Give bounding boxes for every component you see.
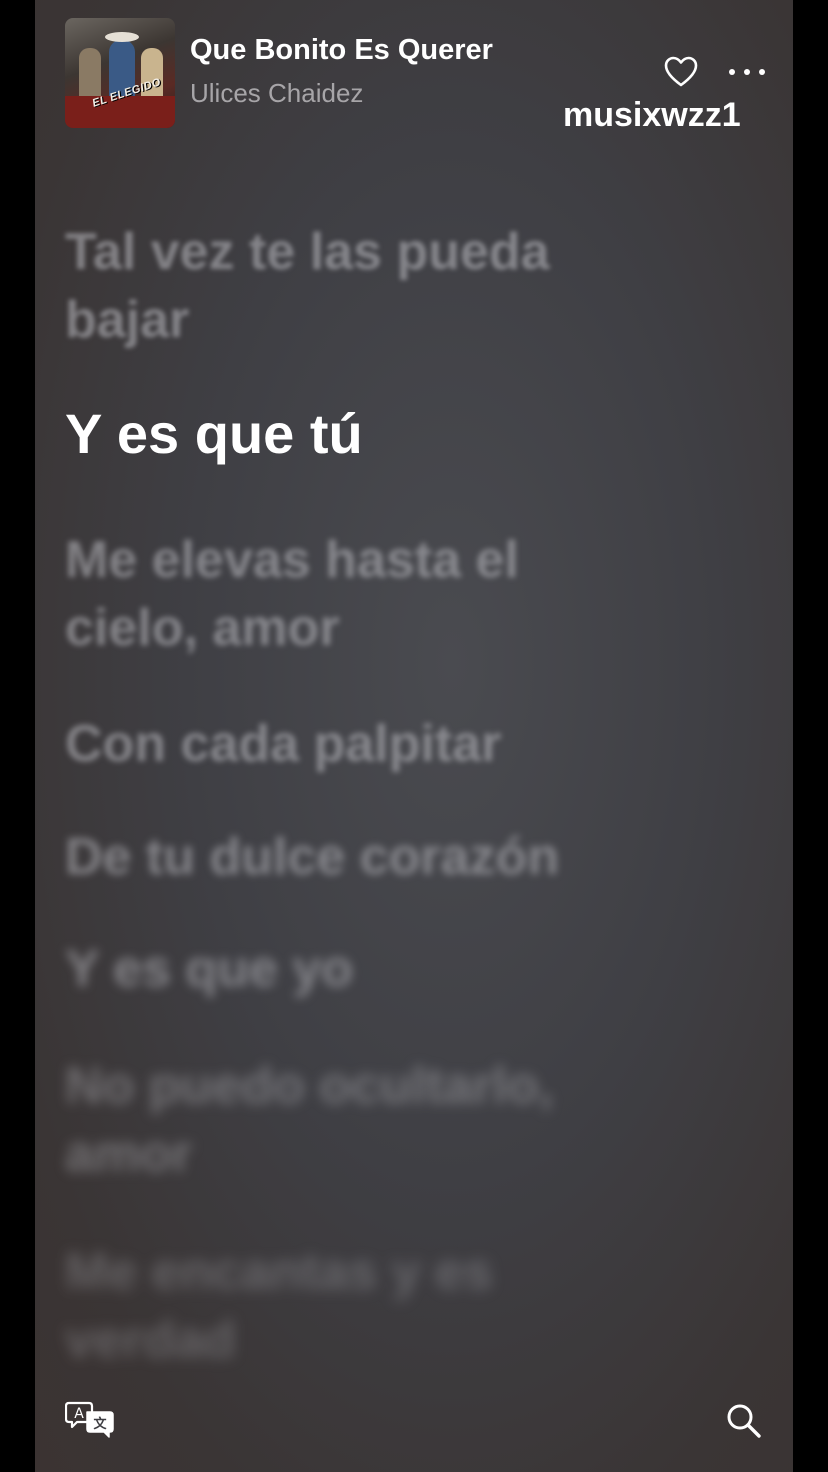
heart-outline-icon[interactable] xyxy=(664,56,698,88)
lyric-line-active[interactable]: Y es que tú xyxy=(65,400,625,468)
lyric-line[interactable]: Me elevas hasta el cielo, amor xyxy=(65,526,625,662)
lyric-line[interactable]: No puedo ocultarlo, amor xyxy=(65,1052,625,1188)
lyric-line[interactable]: Con cada palpitar xyxy=(65,710,625,778)
ellipsis-dot xyxy=(759,69,765,75)
song-title[interactable]: Que Bonito Es Querer xyxy=(190,34,493,67)
translate-icon[interactable]: A 文 xyxy=(64,1400,117,1440)
artist-name[interactable]: Ulices Chaidez xyxy=(190,78,363,109)
ellipsis-dot xyxy=(744,69,750,75)
ellipsis-dot xyxy=(729,69,735,75)
album-art-hat xyxy=(105,32,139,42)
ellipsis-icon[interactable] xyxy=(729,58,765,86)
lyrics-screen: EL ELEGIDO Que Bonito Es Querer Ulices C… xyxy=(35,0,793,1472)
lyric-line[interactable]: De tu dulce corazón xyxy=(65,823,685,891)
search-icon[interactable] xyxy=(725,1402,763,1440)
lyric-line[interactable]: Me encantas y es verdad xyxy=(65,1238,625,1374)
lyric-line[interactable]: Tal vez te las pueda bajar xyxy=(65,218,625,354)
svg-text:文: 文 xyxy=(93,1416,107,1432)
watermark-text: musixwzz1 xyxy=(563,96,741,134)
svg-text:A: A xyxy=(74,1406,84,1422)
lyric-line[interactable]: Y es que yo xyxy=(65,935,625,1003)
album-art[interactable]: EL ELEGIDO xyxy=(65,18,175,128)
